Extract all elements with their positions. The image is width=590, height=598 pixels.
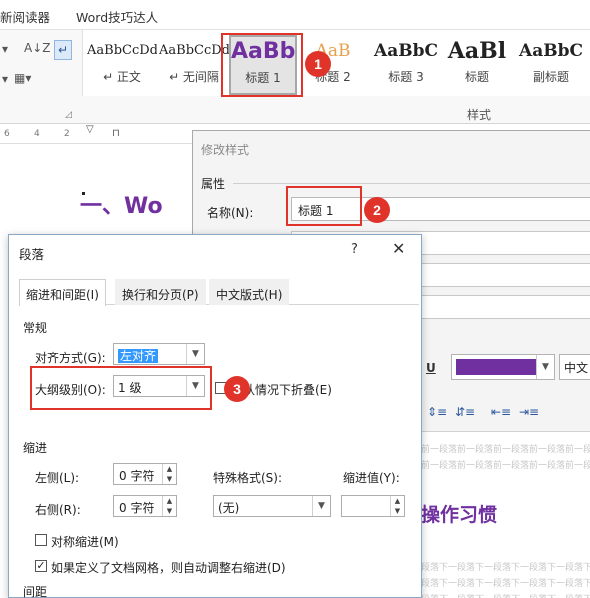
style-label: 标题 [464, 70, 489, 84]
style-label: ↵ 无间隔 [169, 70, 219, 84]
section-general: 常规 [23, 321, 48, 335]
alignment-label: 对齐方式(G): [35, 351, 106, 365]
paragraph-dialog: 段落 ? ✕ 缩进和间距(I) 换行和分页(P) 中文版式(H) 常规 对齐方式… [8, 234, 422, 598]
special-indent-label: 特殊格式(S): [213, 471, 283, 485]
callout-box-outline-level [30, 366, 212, 410]
tab-marker-icon[interactable]: ⊓ [112, 128, 120, 139]
style-normal[interactable]: AaBbCcDd ↵ 正文 [87, 36, 157, 94]
alignment-value: 左对齐 [118, 349, 159, 363]
preview-text-after: 段落下一段落下一段落下一段落下一段落下 [421, 579, 590, 589]
styles-group-caption: 样式 [467, 108, 492, 122]
style-heading-3[interactable]: AaBbC 标题 3 [373, 36, 439, 94]
dialog-launcher-icon[interactable]: ◿ [65, 110, 72, 120]
style-no-spacing[interactable]: AaBbCcDd ↵ 无间隔 [159, 36, 229, 94]
callout-box-style-name [286, 186, 362, 226]
font-color-swatch [456, 359, 536, 375]
special-indent-value: (无) [218, 501, 240, 515]
callout-badge: 2 [364, 197, 390, 223]
callout-box-heading-style [221, 33, 303, 97]
indent-icon[interactable]: ▾ [2, 42, 8, 56]
horizontal-ruler[interactable]: 6 4 2 ▽ ⊓ [0, 124, 200, 144]
menu-item-word-tips[interactable]: Word技巧达人 [76, 7, 158, 26]
left-indent-spinner[interactable]: 0 字符 ▲ ▼ [113, 463, 177, 485]
spinner-arrows-icon[interactable]: ▲ ▼ [162, 464, 176, 484]
indent-by-spinner[interactable]: ▲ ▼ [341, 495, 405, 517]
style-sample: AaBbCcDd [159, 43, 229, 58]
indent-by-label: 缩进值(Y): [343, 471, 400, 485]
preview-heading: 操作习惯 [421, 504, 498, 526]
style-subtitle[interactable]: AaBbC 副标题 [517, 36, 585, 94]
style-preview: 前一段落前一段落前一段落前一段落前一段 前一段落前一段落前一段落前一段落前一段 … [421, 431, 590, 598]
style-label: ↵ 正文 [103, 70, 141, 84]
preview-text-after: 段落下一段落下一段落下一段落下一段落下 [421, 592, 590, 598]
paragraph-mark-icon[interactable]: ↵ [54, 40, 72, 60]
chevron-down-icon: ▼ [312, 496, 330, 516]
section-spacing: 间距 [23, 585, 48, 598]
menu-bar: 新阅读器 Word技巧达人 [0, 0, 590, 30]
preview-text-after: 段落下一段落下一段落下一段落下一段落下 [421, 563, 590, 573]
ruler-mark: 6 [4, 129, 10, 139]
style-label: 副标题 [532, 70, 569, 84]
font-color-picker[interactable]: ▼ [451, 354, 555, 380]
right-indent-spinner[interactable]: 0 字符 ▲ ▼ [113, 495, 177, 517]
chevron-down-icon: ▼ [186, 344, 204, 364]
underline-button[interactable]: U [426, 361, 436, 375]
tab-asian-typography[interactable]: 中文版式(H) [209, 279, 290, 305]
styles-gallery: AaBbCcDd ↵ 正文 AaBbCcDd ↵ 无间隔 AaBb 标题 1 A… [82, 30, 590, 96]
sort-az-icon[interactable]: A↓Z [24, 41, 50, 55]
tab-line-page-breaks[interactable]: 换行和分页(P) [115, 279, 206, 305]
section-indentation: 缩进 [23, 441, 48, 455]
preview-text-before: 前一段落前一段落前一段落前一段落前一段 [421, 461, 590, 471]
line-spacing-icon[interactable]: ⇕≡ [427, 405, 447, 419]
tab-indents-spacing[interactable]: 缩进和间距(I) [19, 279, 106, 306]
preview-text-before: 前一段落前一段落前一段落前一段落前一段 [421, 445, 590, 455]
help-icon[interactable]: ? [351, 242, 358, 257]
ruler-mark: 4 [34, 129, 40, 139]
style-sample: AaBbC [374, 41, 438, 61]
shading-icon[interactable]: ▾ [2, 72, 8, 86]
tab-strip: 缩进和间距(I) 换行和分页(P) 中文版式(H) [19, 279, 419, 306]
dialog-title: 修改样式 [201, 143, 250, 157]
spinner-arrows-icon[interactable]: ▲ ▼ [390, 496, 404, 516]
decrease-indent-icon[interactable]: ⇤≡ [491, 405, 511, 419]
style-sample: AaBl [447, 38, 507, 64]
special-indent-select[interactable]: (无) ▼ [213, 495, 331, 517]
alignment-select[interactable]: 左对齐 ▼ [113, 343, 205, 365]
mirror-indents-checkbox[interactable] [35, 534, 47, 546]
right-indent-value: 0 字符 [119, 501, 155, 515]
style-label: 标题 3 [388, 70, 424, 84]
ruler-mark: 2 [64, 129, 70, 139]
chevron-down-icon: ▼ [536, 355, 554, 379]
borders-icon[interactable]: ▦▾ [14, 71, 31, 85]
document-heading[interactable]: 一、Wo [80, 188, 163, 220]
paragraph-spacing-icon[interactable]: ⇵≡ [455, 405, 475, 419]
dialog-title: 段落 [19, 247, 45, 262]
menu-item-reader[interactable]: 新阅读器 [0, 7, 50, 26]
auto-adjust-label: 如果定义了文档网格，则自动调整右缩进(D) [51, 561, 286, 575]
callout-badge: 1 [305, 51, 331, 77]
language-select[interactable]: 中文 [559, 354, 590, 380]
style-title[interactable]: AaBl 标题 [445, 36, 509, 94]
paragraph-format-toolbar: ⇕≡ ⇵≡ ⇤≡ ⇥≡ [421, 401, 590, 425]
section-properties: 属性 [201, 177, 226, 191]
left-indent-label: 左侧(L): [35, 471, 80, 485]
style-sample: AaBbCcDd [87, 43, 157, 58]
increase-indent-icon[interactable]: ⇥≡ [519, 405, 539, 419]
spinner-arrows-icon[interactable]: ▲ ▼ [162, 496, 176, 516]
right-indent-label: 右侧(R): [35, 503, 81, 517]
close-icon[interactable]: ✕ [392, 239, 405, 258]
auto-adjust-checkbox[interactable]: ✓ [35, 560, 47, 572]
divider [233, 183, 590, 184]
indent-marker-icon[interactable]: ▽ [86, 124, 94, 135]
callout-badge: 3 [224, 376, 250, 402]
left-indent-value: 0 字符 [119, 469, 155, 483]
style-sample: AaBbC [519, 41, 583, 61]
name-label: 名称(N): [207, 206, 254, 220]
mirror-indents-label: 对称缩进(M) [51, 535, 119, 549]
